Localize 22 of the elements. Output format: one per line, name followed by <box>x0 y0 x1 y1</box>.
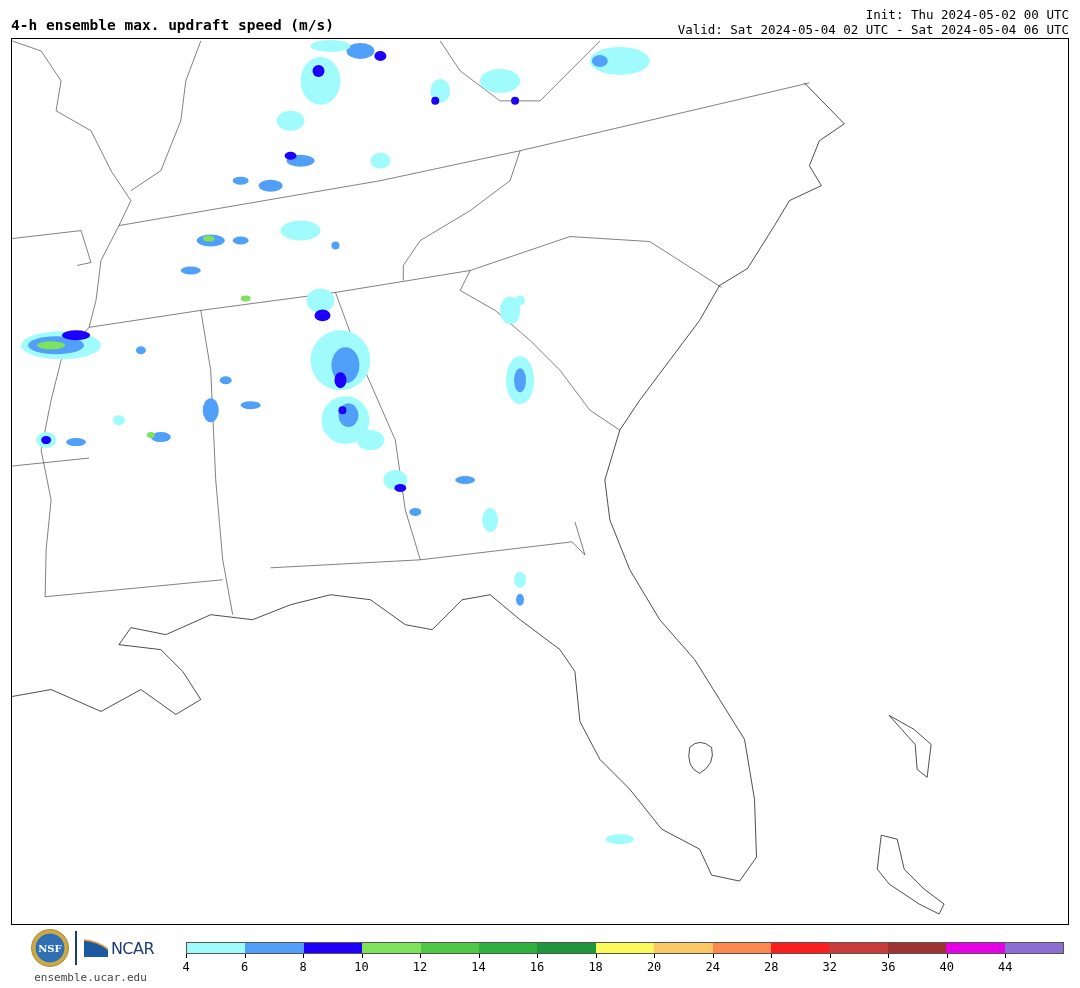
ncar-logo: NCAR <box>110 938 155 958</box>
scale-label: 40 <box>939 959 954 974</box>
scale-label: 32 <box>822 959 837 974</box>
scale-label: 14 <box>471 959 486 974</box>
scale-label: 10 <box>354 959 369 974</box>
init-time: Init: Thu 2024-05-02 00 UTC <box>865 7 1069 22</box>
scale-label: 44 <box>998 959 1013 974</box>
scale-label: 20 <box>646 959 662 974</box>
nsf-logo: NSF <box>30 929 69 967</box>
scale-label: 18 <box>588 959 603 974</box>
valid-time: Valid: Sat 2024-05-04 02 UTC - Sat 2024-05-04 06 UTC <box>677 22 1069 37</box>
scale-label: 12 <box>412 959 428 974</box>
ncar-flag-icon <box>82 938 109 958</box>
scale-label: 6 <box>240 959 249 974</box>
scale-label: 8 <box>299 959 307 974</box>
scale-label: 16 <box>529 959 545 974</box>
scale-label: 4 <box>182 959 190 974</box>
scale-label: 36 <box>880 959 896 974</box>
scale-label: 28 <box>763 959 779 974</box>
scale-label: 24 <box>705 959 720 974</box>
chart-title: 4-h ensemble max. updraft speed (m/s) <box>11 17 334 35</box>
site-url: ensemble.ucar.edu <box>34 971 147 984</box>
